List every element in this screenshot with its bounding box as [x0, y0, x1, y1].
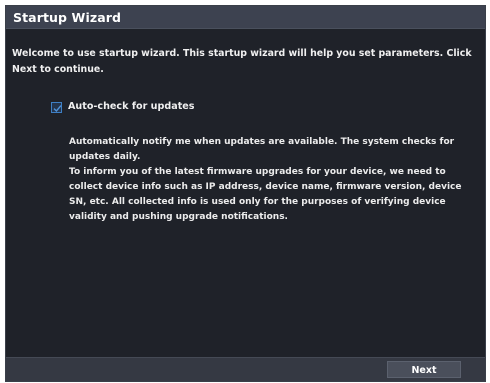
next-button[interactable]: Next [387, 361, 461, 378]
auto-check-checkbox[interactable] [51, 102, 62, 113]
dialog-titlebar: Startup Wizard [6, 6, 485, 29]
intro-text: Welcome to use startup wizard. This star… [12, 48, 472, 75]
update-description-line1: Automatically notify me when updates are… [69, 137, 455, 162]
checkmark-icon [53, 105, 62, 113]
auto-check-label[interactable]: Auto-check for updates [68, 101, 195, 112]
startup-wizard-dialog: Startup Wizard Welcome to use startup wi… [5, 5, 486, 382]
update-description-line2: To inform you of the latest firmware upg… [69, 167, 462, 222]
dialog-footer: Next [6, 357, 485, 381]
dialog-title: Startup Wizard [13, 10, 122, 25]
update-description: Automatically notify me when updates are… [69, 135, 481, 225]
